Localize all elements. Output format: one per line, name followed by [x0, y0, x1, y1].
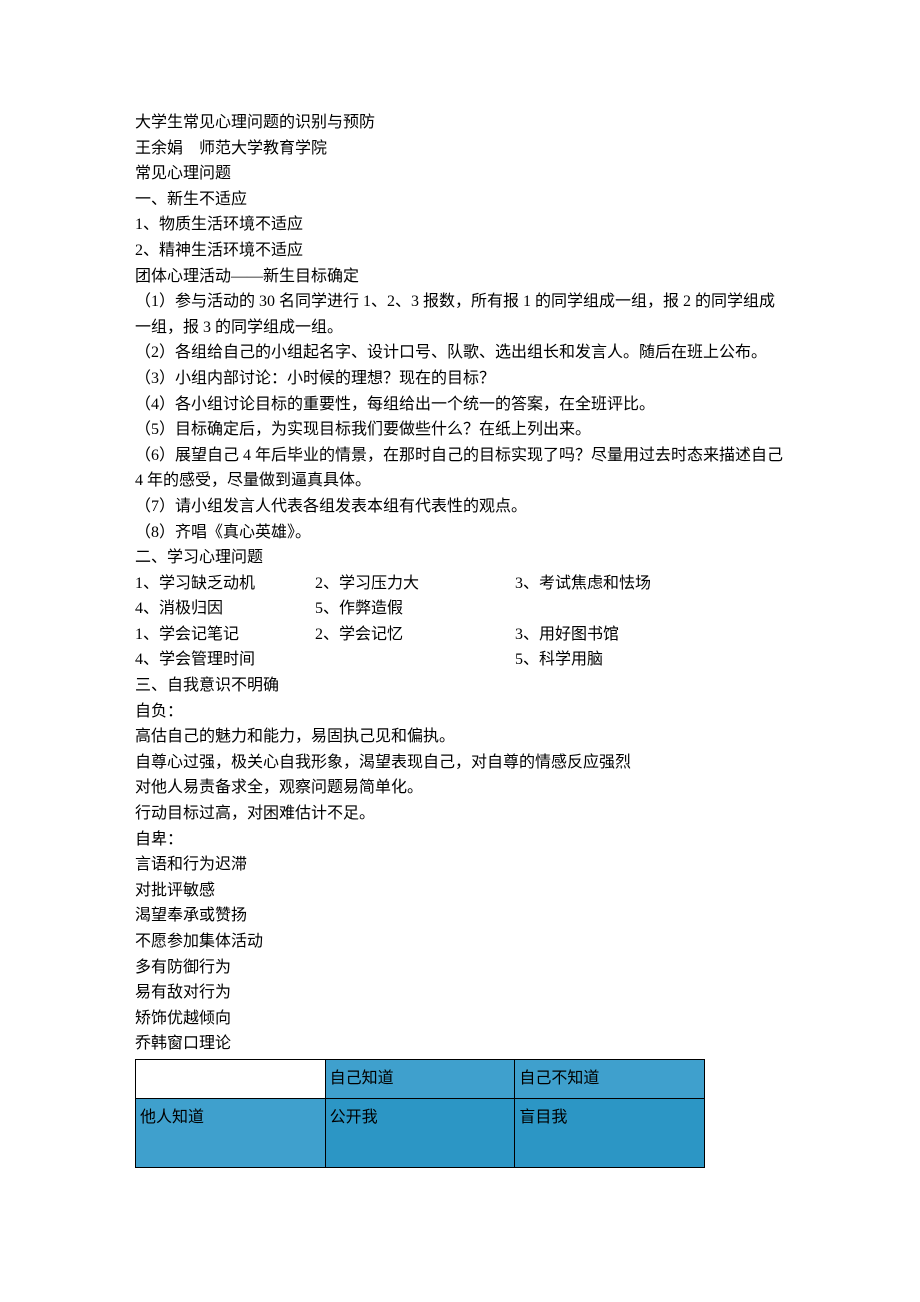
conceit-point-3: 对他人易责备求全，观察问题易简单化。	[135, 775, 785, 801]
inferior-point-2: 对批评敏感	[135, 878, 785, 904]
activity-step-5: （5）目标确定后，为实现目标我们要做些什么？在纸上列出来。	[135, 417, 785, 443]
activity-step-2: （2）各组给自己的小组起名字、设计口号、队歌、选出组长和发言人。随后在班上公布。	[135, 340, 785, 366]
inferior-point-3: 渴望奉承或赞扬	[135, 903, 785, 929]
johari-cell-blind: 盲目我	[515, 1098, 705, 1167]
activity-step-8: （8）齐唱《真心英雄》。	[135, 520, 785, 546]
section-common: 常见心理问题	[135, 161, 785, 187]
activity-title: 团体心理活动——新生目标确定	[135, 264, 785, 290]
s2-r3-c: 3、用好图书馆	[515, 622, 785, 648]
activity-step-3: （3）小组内部讨论：小时候的理想？现在的目标？	[135, 366, 785, 392]
activity-step-4: （4）各小组讨论目标的重要性，每组给出一个统一的答案，在全班评比。	[135, 392, 785, 418]
activity-step-7: （7）请小组发言人代表各组发表本组有代表性的观点。	[135, 494, 785, 520]
s2-r1-b: 2、学习压力大	[315, 571, 515, 597]
inferior-label: 自卑：	[135, 827, 785, 853]
johari-body-row: 他人知道 公开我 盲目我	[136, 1098, 705, 1167]
conceit-point-4: 行动目标过高，对困难估计不足。	[135, 801, 785, 827]
conceit-point-2: 自尊心过强，极关心自我形象，渴望表现自己，对自尊的情感反应强烈	[135, 750, 785, 776]
conceit-point-1: 高估自己的魅力和能力，易固执己见和偏执。	[135, 724, 785, 750]
s2-r4-a: 4、学会管理时间	[135, 647, 515, 673]
johari-title: 乔韩窗口理论	[135, 1031, 785, 1057]
s1-item-2: 2、精神生活环境不适应	[135, 238, 785, 264]
johari-blank-cell	[136, 1059, 326, 1098]
author-line: 王余娟 师范大学教育学院	[135, 136, 785, 162]
activity-step-6: （6）展望自己 4 年后毕业的情景，在那时自己的目标实现了吗？尽量用过去时态来描…	[135, 443, 785, 494]
s2-row-2: 4、消极归因 5、作弊造假	[135, 596, 785, 622]
johari-cell-open: 公开我	[325, 1098, 515, 1167]
s2-r3-a: 1、学会记笔记	[135, 622, 315, 648]
s1-item-1: 1、物质生活环境不适应	[135, 212, 785, 238]
johari-col-self-known: 自己知道	[325, 1059, 515, 1098]
johari-col-self-unknown: 自己不知道	[515, 1059, 705, 1098]
activity-step-1: （1）参与活动的 30 名同学进行 1、2、3 报数，所有报 1 的同学组成一组…	[135, 289, 785, 340]
johari-header-row: 自己知道 自己不知道	[136, 1059, 705, 1098]
section-1-heading: 一、新生不适应	[135, 187, 785, 213]
section-3-heading: 三、自我意识不明确	[135, 673, 785, 699]
inferior-point-6: 易有敌对行为	[135, 980, 785, 1006]
inferior-point-5: 多有防御行为	[135, 955, 785, 981]
s2-r2-a: 4、消极归因	[135, 596, 315, 622]
inferior-point-4: 不愿参加集体活动	[135, 929, 785, 955]
johari-row-others-known: 他人知道	[136, 1098, 326, 1167]
s2-row-1: 1、学习缺乏动机 2、学习压力大 3、考试焦虑和怯场	[135, 571, 785, 597]
s2-r2-b: 5、作弊造假	[315, 596, 515, 622]
conceit-label: 自负：	[135, 699, 785, 725]
inferior-point-1: 言语和行为迟滞	[135, 852, 785, 878]
s2-row-3: 1、学会记笔记 2、学会记忆 3、用好图书馆	[135, 622, 785, 648]
s2-r1-a: 1、学习缺乏动机	[135, 571, 315, 597]
section-2-heading: 二、学习心理问题	[135, 545, 785, 571]
inferior-point-7: 矫饰优越倾向	[135, 1006, 785, 1032]
s2-r2-c	[515, 596, 785, 622]
document-page: 大学生常见心理问题的识别与预防 王余娟 师范大学教育学院 常见心理问题 一、新生…	[0, 0, 920, 1302]
s2-r1-c: 3、考试焦虑和怯场	[515, 571, 785, 597]
s2-r4-c: 5、科学用脑	[515, 647, 785, 673]
s2-r3-b: 2、学会记忆	[315, 622, 515, 648]
doc-title: 大学生常见心理问题的识别与预防	[135, 110, 785, 136]
s2-row-4: 4、学会管理时间 5、科学用脑	[135, 647, 785, 673]
johari-table: 自己知道 自己不知道 他人知道 公开我 盲目我	[135, 1059, 705, 1168]
